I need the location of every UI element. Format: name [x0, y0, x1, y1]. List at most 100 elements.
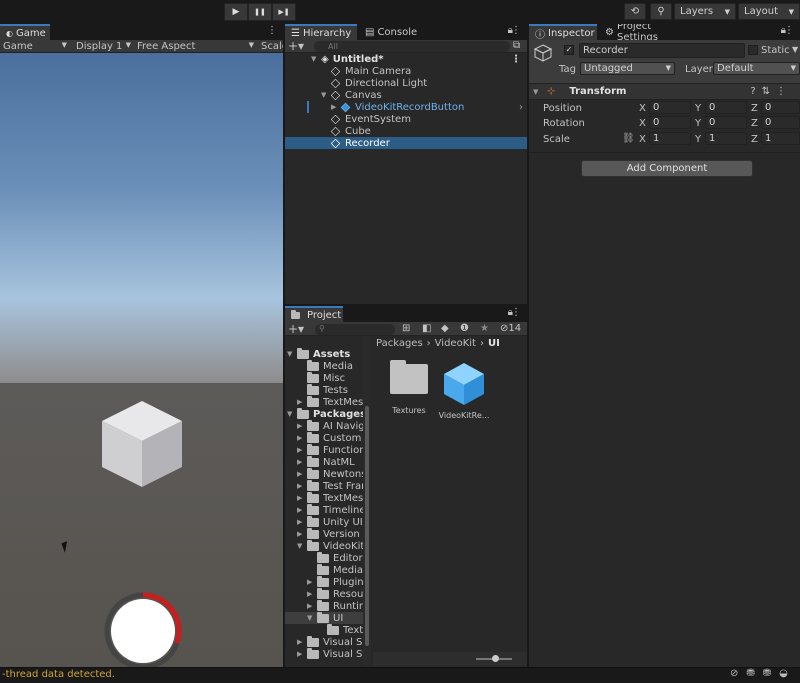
tab-game[interactable]: ◐ Game: [0, 24, 50, 40]
tree-item[interactable]: ▶ Visual Stu: [285, 647, 371, 660]
add-icon[interactable]: +▾: [288, 322, 304, 336]
add-component-button[interactable]: Add Component: [581, 160, 753, 177]
hierarchy-item[interactable]: EventSystem: [285, 113, 527, 125]
info-icon[interactable]: ❶: [460, 323, 469, 334]
tree-item[interactable]: ▶ Test Fram: [285, 479, 371, 492]
layer-dropdown[interactable]: Default ▼: [713, 62, 800, 75]
asset-item[interactable]: VideoKitRe...: [437, 362, 491, 420]
status-icons[interactable]: ⊘⛃⛃◒: [730, 668, 796, 679]
tree-item[interactable]: Media: [285, 359, 371, 372]
position-z-field[interactable]: 0: [761, 101, 800, 114]
object-name-field[interactable]: Recorder: [579, 43, 745, 58]
hierarchy-item[interactable]: Main Camera: [285, 65, 527, 77]
tree-item[interactable]: ▶ Newtonso: [285, 467, 371, 480]
tree-item[interactable]: Misc: [285, 371, 371, 384]
tree-item[interactable]: ▶ Custom N: [285, 431, 371, 444]
tree-item[interactable]: ▶ Function: [285, 443, 371, 456]
more-options-icon[interactable]: ⋮: [267, 25, 277, 36]
tree-item[interactable]: ▼ VideoKit: [285, 539, 371, 552]
status-message[interactable]: -thread data detected.: [2, 669, 115, 680]
position-x-field[interactable]: 0: [649, 101, 691, 114]
more-options-icon[interactable]: ⋮: [511, 25, 521, 36]
scene-visibility-icon[interactable]: ⧉: [513, 40, 520, 51]
zoom-slider-handle[interactable]: [492, 655, 499, 662]
scale-y-field[interactable]: 1: [705, 132, 747, 145]
scene-root[interactable]: ▼ ◈ Untitled* ⋮: [285, 53, 527, 65]
breadcrumb-item[interactable]: UI: [488, 338, 500, 349]
rotation-z-field[interactable]: 0: [761, 116, 800, 129]
chevron-down-icon[interactable]: ▼: [792, 45, 798, 54]
tree-item[interactable]: ▶ Runtim: [285, 599, 371, 612]
scale-x-field[interactable]: 1: [649, 132, 691, 145]
asset-item[interactable]: Textures: [383, 360, 435, 415]
static-checkbox[interactable]: [748, 45, 758, 55]
aspect-dropdown[interactable]: Free Aspect ▼: [137, 41, 254, 52]
label-filter-icon[interactable]: ◆: [441, 323, 449, 334]
video-record-button[interactable]: [103, 591, 183, 667]
more-options-icon[interactable]: ⋮: [511, 54, 521, 65]
tree-item[interactable]: ▶ Visual Sc: [285, 635, 371, 648]
display-dropdown[interactable]: Display 1 ▼: [76, 41, 131, 52]
tree-item[interactable]: ▶ Unity UI: [285, 515, 371, 528]
active-checkbox[interactable]: ✓: [564, 45, 574, 55]
rotation-x-field[interactable]: 0: [649, 116, 691, 129]
more-options-icon[interactable]: ⋮: [784, 25, 794, 36]
hierarchy-item[interactable]: Directional Light: [285, 77, 527, 89]
tree-item[interactable]: ▶ Timeline: [285, 503, 371, 516]
favorite-star-icon[interactable]: ★: [480, 323, 489, 334]
position-label: Position: [543, 103, 582, 114]
component-options-icons[interactable]: ?⇅⋮: [750, 86, 792, 97]
breadcrumb-item[interactable]: Packages: [376, 338, 423, 349]
history-icon[interactable]: ⟲: [624, 3, 646, 20]
hierarchy-item-prefab[interactable]: ▶ VideoKitRecordButton ›: [285, 101, 527, 113]
layers-dropdown[interactable]: Layers ▼: [674, 3, 736, 20]
tree-item[interactable]: ▶ TextMesh: [285, 395, 371, 408]
tab-console[interactable]: ▤ Console: [359, 24, 425, 40]
layout-dropdown[interactable]: Layout ▼: [738, 3, 800, 20]
tree-item[interactable]: Media: [285, 563, 371, 576]
play-button[interactable]: ▶: [224, 3, 248, 21]
project-search-input[interactable]: ⚲: [315, 324, 395, 335]
tree-item[interactable]: ▶ Plugins: [285, 575, 371, 588]
scale-z-field[interactable]: 1: [761, 132, 800, 145]
search-icon[interactable]: ⚲: [650, 3, 672, 20]
link-icon[interactable]: ⛓: [622, 133, 635, 144]
tag-dropdown[interactable]: Untagged ▼: [580, 62, 675, 75]
transform-header[interactable]: ▼ ⊹ Transform ?⇅⋮: [529, 84, 800, 100]
tree-item[interactable]: ▶ Resour: [285, 587, 371, 600]
tree-item-selected[interactable]: ▼ UI: [285, 611, 371, 624]
hierarchy-item-selected[interactable]: Recorder: [285, 137, 527, 149]
step-button[interactable]: ▶❚: [272, 3, 296, 21]
hierarchy-item[interactable]: ▼ Canvas: [285, 89, 527, 101]
tree-item[interactable]: ▶ NatML: [285, 455, 371, 468]
tree-scrollbar[interactable]: [363, 336, 371, 666]
tab-inspector[interactable]: ⓘ Inspector: [529, 24, 597, 41]
add-icon[interactable]: +▾: [288, 39, 304, 53]
more-options-icon[interactable]: ⋮: [511, 307, 521, 318]
tree-item[interactable]: ▶ AI Naviga: [285, 419, 371, 432]
tab-project-settings[interactable]: ⚙ Project Settings: [599, 24, 695, 43]
game-viewport[interactable]: [0, 53, 283, 667]
chevron-right-icon[interactable]: ›: [519, 102, 523, 113]
type-filter-icon[interactable]: ◧: [422, 323, 431, 334]
hierarchy-item[interactable]: Cube: [285, 125, 527, 137]
position-y-field[interactable]: 0: [705, 101, 747, 114]
game-mode-dropdown[interactable]: Game ▼: [3, 41, 67, 52]
tree-item[interactable]: ▶ TextMesh: [285, 491, 371, 504]
tree-item[interactable]: Text: [285, 623, 371, 636]
search-filter-icon[interactable]: ⊞: [402, 323, 410, 334]
hidden-count-icon[interactable]: ⊘14: [500, 323, 521, 334]
scrollbar-thumb[interactable]: [365, 406, 369, 646]
tree-assets[interactable]: ▼ Assets: [285, 347, 371, 360]
tree-item[interactable]: Tests: [285, 383, 371, 396]
tree-item[interactable]: Editor: [285, 551, 371, 564]
tree-item[interactable]: ▶ Version C: [285, 527, 371, 540]
pause-button[interactable]: ❚❚: [248, 3, 272, 21]
breadcrumb-item[interactable]: VideoKit: [435, 338, 476, 349]
hierarchy-search-input[interactable]: All: [314, 41, 510, 52]
rotation-y-field[interactable]: 0: [705, 116, 747, 129]
tab-hierarchy[interactable]: ☰ Hierarchy: [285, 24, 357, 40]
tab-project[interactable]: Project: [285, 306, 343, 322]
scale-label[interactable]: Scale: [261, 41, 283, 52]
tree-packages[interactable]: ▼ Packages: [285, 407, 371, 420]
